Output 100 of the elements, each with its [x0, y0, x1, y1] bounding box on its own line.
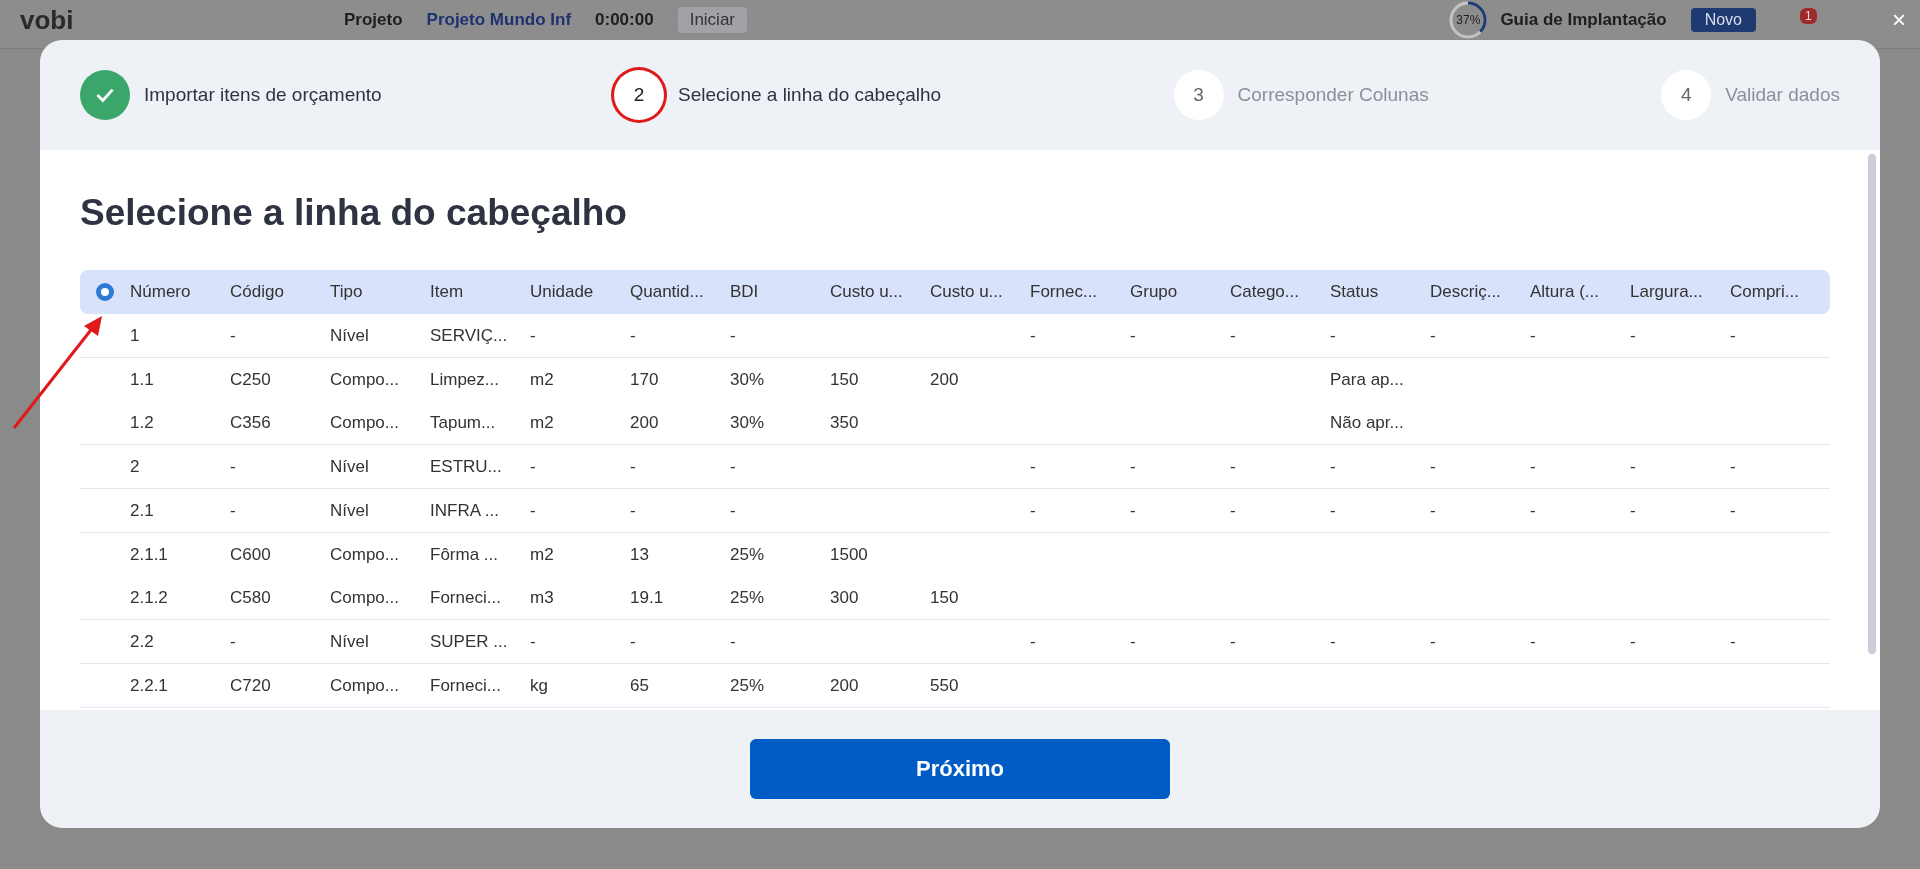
table-cell: 25%	[730, 675, 765, 695]
table-cell: -	[230, 325, 236, 345]
column-header: Largura...	[1630, 282, 1704, 302]
table-cell: m3	[530, 587, 554, 607]
table-cell: 550	[930, 675, 959, 695]
table-cell: -	[1230, 631, 1236, 651]
table-cell: -	[1330, 631, 1336, 651]
table-cell: m2	[530, 369, 554, 389]
table-cell: Para ap...	[1330, 369, 1404, 389]
section-title: Selecione a linha do cabeçalho	[80, 192, 628, 234]
table-cell: Nível	[330, 456, 369, 476]
scrollbar[interactable]	[1868, 154, 1876, 654]
table-cell: C356	[230, 412, 271, 432]
table-cell: Não apr...	[1330, 412, 1404, 432]
table-cell: -	[1430, 325, 1436, 345]
table-cell: Forneci...	[430, 675, 501, 695]
guide-label[interactable]: Guia de Implantação	[1500, 10, 1667, 30]
table-cell: -	[1730, 325, 1736, 345]
column-header: Custo u...	[830, 282, 904, 302]
table-cell: -	[230, 500, 236, 520]
logo: vobi	[20, 4, 75, 36]
table-cell: 2.2	[130, 631, 154, 651]
table-cell: -	[1430, 631, 1436, 651]
column-header: Código	[230, 282, 285, 302]
header-row[interactable]: Número Código Tipo Item Unidade Quantid... BDI Custo u... Custo u... Fornec... Grupo Catego... Status Descriç... Altura (... Largura... Compri...	[80, 270, 1830, 314]
column-header: Unidade	[530, 282, 595, 302]
table-cell: -	[1630, 456, 1636, 476]
table-cell: 25%	[730, 544, 765, 564]
start-button[interactable]: Iniciar	[677, 7, 747, 33]
table-cell: m2	[530, 412, 554, 432]
table-cell: Compo...	[330, 412, 399, 432]
table-cell: -	[1230, 325, 1236, 345]
table-cell: -	[1030, 456, 1036, 476]
step-label: Importar itens de orçamento	[144, 84, 382, 106]
table-cell: -	[630, 500, 636, 520]
column-header: Item	[430, 282, 465, 302]
column-header: Grupo	[1130, 282, 1179, 302]
table-cell: 150	[830, 369, 859, 389]
table-cell: 150	[930, 587, 959, 607]
table-cell: -	[1130, 325, 1136, 345]
table-cell: -	[1630, 631, 1636, 651]
table-cell: -	[1130, 500, 1136, 520]
table-cell: -	[230, 631, 236, 651]
project-label: Projeto	[344, 10, 403, 30]
table-cell: 30%	[730, 369, 765, 389]
step-number: 4	[1661, 70, 1712, 120]
table-cell: INFRA ...	[430, 500, 499, 520]
table-cell: 65	[630, 675, 649, 695]
table-cell: Nível	[330, 325, 369, 345]
table-cell: -	[1430, 500, 1436, 520]
table-cell: -	[1030, 631, 1036, 651]
table-cell: 2.2.1	[130, 675, 168, 695]
table-cell: -	[730, 456, 736, 476]
new-button[interactable]: Novo	[1690, 8, 1756, 32]
table-cell: 30%	[730, 412, 765, 432]
table-cell: -	[730, 631, 736, 651]
table-cell: 1	[130, 325, 140, 345]
table-cell: -	[1630, 325, 1636, 345]
column-header: BDI	[730, 282, 760, 302]
table-cell: Compo...	[330, 544, 399, 564]
table-cell: -	[530, 325, 536, 345]
radio-button[interactable]	[96, 283, 114, 301]
table-cell: -	[530, 456, 536, 476]
table-cell: -	[1330, 500, 1336, 520]
table-cell: 2.1.2	[130, 587, 168, 607]
table-cell: -	[1330, 456, 1336, 476]
table-cell: Tapum...	[430, 412, 496, 432]
table-cell: -	[1430, 456, 1436, 476]
step-label: Selecione a linha do cabeçalho	[678, 84, 942, 106]
table-cell: C580	[230, 587, 271, 607]
table-cell: SERVIÇ...	[430, 325, 508, 345]
table-cell: -	[730, 500, 736, 520]
table-cell: -	[1730, 456, 1736, 476]
table-cell: -	[1530, 500, 1536, 520]
project-link[interactable]: Projeto Mundo Inf	[426, 10, 572, 30]
table-cell: 200	[930, 369, 959, 389]
table-cell: -	[1230, 456, 1236, 476]
table-cell: -	[530, 631, 536, 651]
table-cell: -	[1130, 456, 1136, 476]
table-cell: 350	[830, 412, 859, 432]
close-button[interactable]: ×	[1892, 6, 1906, 34]
table-cell: Nível	[330, 500, 369, 520]
column-header: Descriç...	[1430, 282, 1502, 302]
notification-badge: 1	[1800, 8, 1817, 24]
column-header: Compri...	[1730, 282, 1800, 302]
column-header: Custo u...	[930, 282, 1004, 302]
table-cell: ESTRU...	[430, 456, 502, 476]
table-cell: -	[230, 456, 236, 476]
table-cell: Fôrma ...	[430, 544, 498, 564]
table-cell: -	[1330, 325, 1336, 345]
table-cell: 300	[830, 587, 859, 607]
table-cell: 13	[630, 544, 649, 564]
next-button[interactable]: Próximo	[750, 739, 1170, 799]
timer: 0:00:00	[595, 10, 654, 30]
table-cell: Limpez...	[430, 369, 499, 389]
table-cell: 2.1	[130, 500, 154, 520]
column-header: Quantid...	[630, 282, 705, 302]
column-header: Status	[1330, 282, 1380, 302]
table-cell: -	[630, 631, 636, 651]
table-cell: Forneci...	[430, 587, 501, 607]
